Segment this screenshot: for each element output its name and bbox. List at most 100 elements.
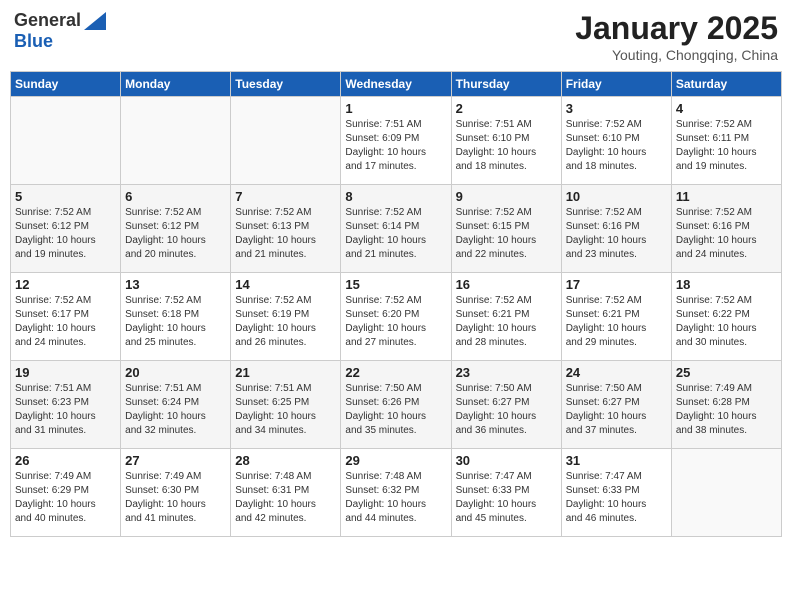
page-header: General Blue January 2025 Youting, Chong… (10, 10, 782, 63)
calendar-week-1: 1 Sunrise: 7:51 AM Sunset: 6:09 PM Daylig… (11, 97, 782, 185)
calendar-week-5: 26 Sunrise: 7:49 AM Sunset: 6:29 PM Dayli… (11, 449, 782, 537)
day-info: Sunrise: 7:47 AM Sunset: 6:33 PM Dayligh… (456, 470, 557, 526)
day-info: Sunrise: 7:49 AM Sunset: 6:29 PM Dayligh… (15, 470, 116, 526)
day-info: Sunrise: 7:52 AM Sunset: 6:21 PM Dayligh… (566, 294, 667, 350)
day-info: Sunrise: 7:51 AM Sunset: 6:10 PM Dayligh… (456, 118, 557, 174)
calendar-cell (121, 97, 231, 185)
day-number: 19 (15, 365, 116, 380)
day-info: Sunrise: 7:51 AM Sunset: 6:23 PM Dayligh… (15, 382, 116, 438)
calendar-cell: 24Sunrise: 7:50 AM Sunset: 6:27 PM Dayli… (561, 361, 671, 449)
day-number: 1 (345, 101, 446, 116)
calendar-cell: 4 Sunrise: 7:52 AM Sunset: 6:11 PM Daylig… (671, 97, 781, 185)
calendar-cell: 27 Sunrise: 7:49 AM Sunset: 6:30 PM Dayli… (121, 449, 231, 537)
day-info: Sunrise: 7:52 AM Sunset: 6:13 PM Dayligh… (235, 206, 336, 262)
day-number: 30 (456, 453, 557, 468)
day-number: 4 (676, 101, 777, 116)
calendar-cell: 20 Sunrise: 7:51 AM Sunset: 6:24 PM Dayli… (121, 361, 231, 449)
day-info: Sunrise: 7:52 AM Sunset: 6:16 PM Dayligh… (676, 206, 777, 262)
calendar-week-2: 5 Sunrise: 7:52 AM Sunset: 6:12 PM Daylig… (11, 185, 782, 273)
calendar-header: SundayMondayTuesdayWednesdayThursdayFrid… (11, 72, 782, 97)
calendar-cell: 23 Sunrise: 7:50 AM Sunset: 6:27 PM Dayli… (451, 361, 561, 449)
day-number: 27 (125, 453, 226, 468)
calendar-cell: 22 Sunrise: 7:50 AM Sunset: 6:26 PM Dayli… (341, 361, 451, 449)
calendar-cell: 1 Sunrise: 7:51 AM Sunset: 6:09 PM Daylig… (341, 97, 451, 185)
calendar-cell: 28 Sunrise: 7:48 AM Sunset: 6:31 PM Dayli… (231, 449, 341, 537)
logo: General Blue (14, 10, 106, 52)
day-info: Sunrise: 7:49 AM Sunset: 6:28 PM Dayligh… (676, 382, 777, 438)
day-number: 14 (235, 277, 336, 292)
calendar-cell: 9 Sunrise: 7:52 AM Sunset: 6:15 PM Daylig… (451, 185, 561, 273)
calendar-cell (231, 97, 341, 185)
day-number: 16 (456, 277, 557, 292)
day-info: Sunrise: 7:48 AM Sunset: 6:31 PM Dayligh… (235, 470, 336, 526)
logo-icon (84, 12, 106, 30)
title-section: January 2025 Youting, Chongqing, China (575, 10, 778, 63)
calendar-cell: 17 Sunrise: 7:52 AM Sunset: 6:21 PM Dayli… (561, 273, 671, 361)
calendar-body: 1 Sunrise: 7:51 AM Sunset: 6:09 PM Daylig… (11, 97, 782, 537)
weekday-header-thursday: Thursday (451, 72, 561, 97)
day-info: Sunrise: 7:52 AM Sunset: 6:10 PM Dayligh… (566, 118, 667, 174)
day-number: 15 (345, 277, 446, 292)
day-info: Sunrise: 7:52 AM Sunset: 6:12 PM Dayligh… (125, 206, 226, 262)
day-number: 26 (15, 453, 116, 468)
calendar-cell: 10 Sunrise: 7:52 AM Sunset: 6:16 PM Dayli… (561, 185, 671, 273)
calendar-cell: 5 Sunrise: 7:52 AM Sunset: 6:12 PM Daylig… (11, 185, 121, 273)
day-number: 25 (676, 365, 777, 380)
day-info: Sunrise: 7:52 AM Sunset: 6:16 PM Dayligh… (566, 206, 667, 262)
weekday-header-wednesday: Wednesday (341, 72, 451, 97)
weekday-header-sunday: Sunday (11, 72, 121, 97)
day-number: 17 (566, 277, 667, 292)
calendar-table: SundayMondayTuesdayWednesdayThursdayFrid… (10, 71, 782, 537)
day-number: 5 (15, 189, 116, 204)
calendar-cell: 26 Sunrise: 7:49 AM Sunset: 6:29 PM Dayli… (11, 449, 121, 537)
calendar-cell: 25 Sunrise: 7:49 AM Sunset: 6:28 PM Dayli… (671, 361, 781, 449)
day-info: Sunrise: 7:50 AM Sunset: 6:27 PM Dayligh… (456, 382, 557, 438)
day-number: 10 (566, 189, 667, 204)
day-number: 2 (456, 101, 557, 116)
calendar-cell: 12Sunrise: 7:52 AM Sunset: 6:17 PM Dayli… (11, 273, 121, 361)
day-info: Sunrise: 7:52 AM Sunset: 6:12 PM Dayligh… (15, 206, 116, 262)
calendar-cell: 30 Sunrise: 7:47 AM Sunset: 6:33 PM Dayli… (451, 449, 561, 537)
day-info: Sunrise: 7:52 AM Sunset: 6:19 PM Dayligh… (235, 294, 336, 350)
day-number: 8 (345, 189, 446, 204)
day-number: 23 (456, 365, 557, 380)
day-number: 31 (566, 453, 667, 468)
calendar-cell: 19 Sunrise: 7:51 AM Sunset: 6:23 PM Dayli… (11, 361, 121, 449)
day-info: Sunrise: 7:51 AM Sunset: 6:24 PM Dayligh… (125, 382, 226, 438)
weekday-header-tuesday: Tuesday (231, 72, 341, 97)
calendar-cell: 31Sunrise: 7:47 AM Sunset: 6:33 PM Dayli… (561, 449, 671, 537)
calendar-cell: 14 Sunrise: 7:52 AM Sunset: 6:19 PM Dayli… (231, 273, 341, 361)
day-info: Sunrise: 7:50 AM Sunset: 6:26 PM Dayligh… (345, 382, 446, 438)
calendar-cell: 3Sunrise: 7:52 AM Sunset: 6:10 PM Daylig… (561, 97, 671, 185)
day-info: Sunrise: 7:52 AM Sunset: 6:15 PM Dayligh… (456, 206, 557, 262)
day-info: Sunrise: 7:52 AM Sunset: 6:21 PM Dayligh… (456, 294, 557, 350)
weekday-header-saturday: Saturday (671, 72, 781, 97)
calendar-cell: 8 Sunrise: 7:52 AM Sunset: 6:14 PM Daylig… (341, 185, 451, 273)
calendar-cell: 16 Sunrise: 7:52 AM Sunset: 6:21 PM Dayli… (451, 273, 561, 361)
day-info: Sunrise: 7:52 AM Sunset: 6:11 PM Dayligh… (676, 118, 777, 174)
calendar-week-4: 19 Sunrise: 7:51 AM Sunset: 6:23 PM Dayli… (11, 361, 782, 449)
calendar-cell: 15 Sunrise: 7:52 AM Sunset: 6:20 PM Dayli… (341, 273, 451, 361)
day-number: 18 (676, 277, 777, 292)
day-info: Sunrise: 7:52 AM Sunset: 6:20 PM Dayligh… (345, 294, 446, 350)
calendar-cell (671, 449, 781, 537)
day-number: 7 (235, 189, 336, 204)
day-info: Sunrise: 7:52 AM Sunset: 6:14 PM Dayligh… (345, 206, 446, 262)
calendar-cell: 29Sunrise: 7:48 AM Sunset: 6:32 PM Dayli… (341, 449, 451, 537)
day-number: 9 (456, 189, 557, 204)
day-info: Sunrise: 7:50 AM Sunset: 6:27 PM Dayligh… (566, 382, 667, 438)
day-info: Sunrise: 7:49 AM Sunset: 6:30 PM Dayligh… (125, 470, 226, 526)
calendar-subtitle: Youting, Chongqing, China (575, 47, 778, 63)
calendar-cell: 11Sunrise: 7:52 AM Sunset: 6:16 PM Dayli… (671, 185, 781, 273)
day-info: Sunrise: 7:52 AM Sunset: 6:18 PM Dayligh… (125, 294, 226, 350)
day-number: 22 (345, 365, 446, 380)
calendar-cell: 7 Sunrise: 7:52 AM Sunset: 6:13 PM Daylig… (231, 185, 341, 273)
day-info: Sunrise: 7:51 AM Sunset: 6:09 PM Dayligh… (345, 118, 446, 174)
weekday-row: SundayMondayTuesdayWednesdayThursdayFrid… (11, 72, 782, 97)
calendar-cell: 2 Sunrise: 7:51 AM Sunset: 6:10 PM Daylig… (451, 97, 561, 185)
day-number: 28 (235, 453, 336, 468)
day-number: 20 (125, 365, 226, 380)
day-info: Sunrise: 7:52 AM Sunset: 6:22 PM Dayligh… (676, 294, 777, 350)
calendar-cell: 6Sunrise: 7:52 AM Sunset: 6:12 PM Daylig… (121, 185, 231, 273)
day-info: Sunrise: 7:48 AM Sunset: 6:32 PM Dayligh… (345, 470, 446, 526)
